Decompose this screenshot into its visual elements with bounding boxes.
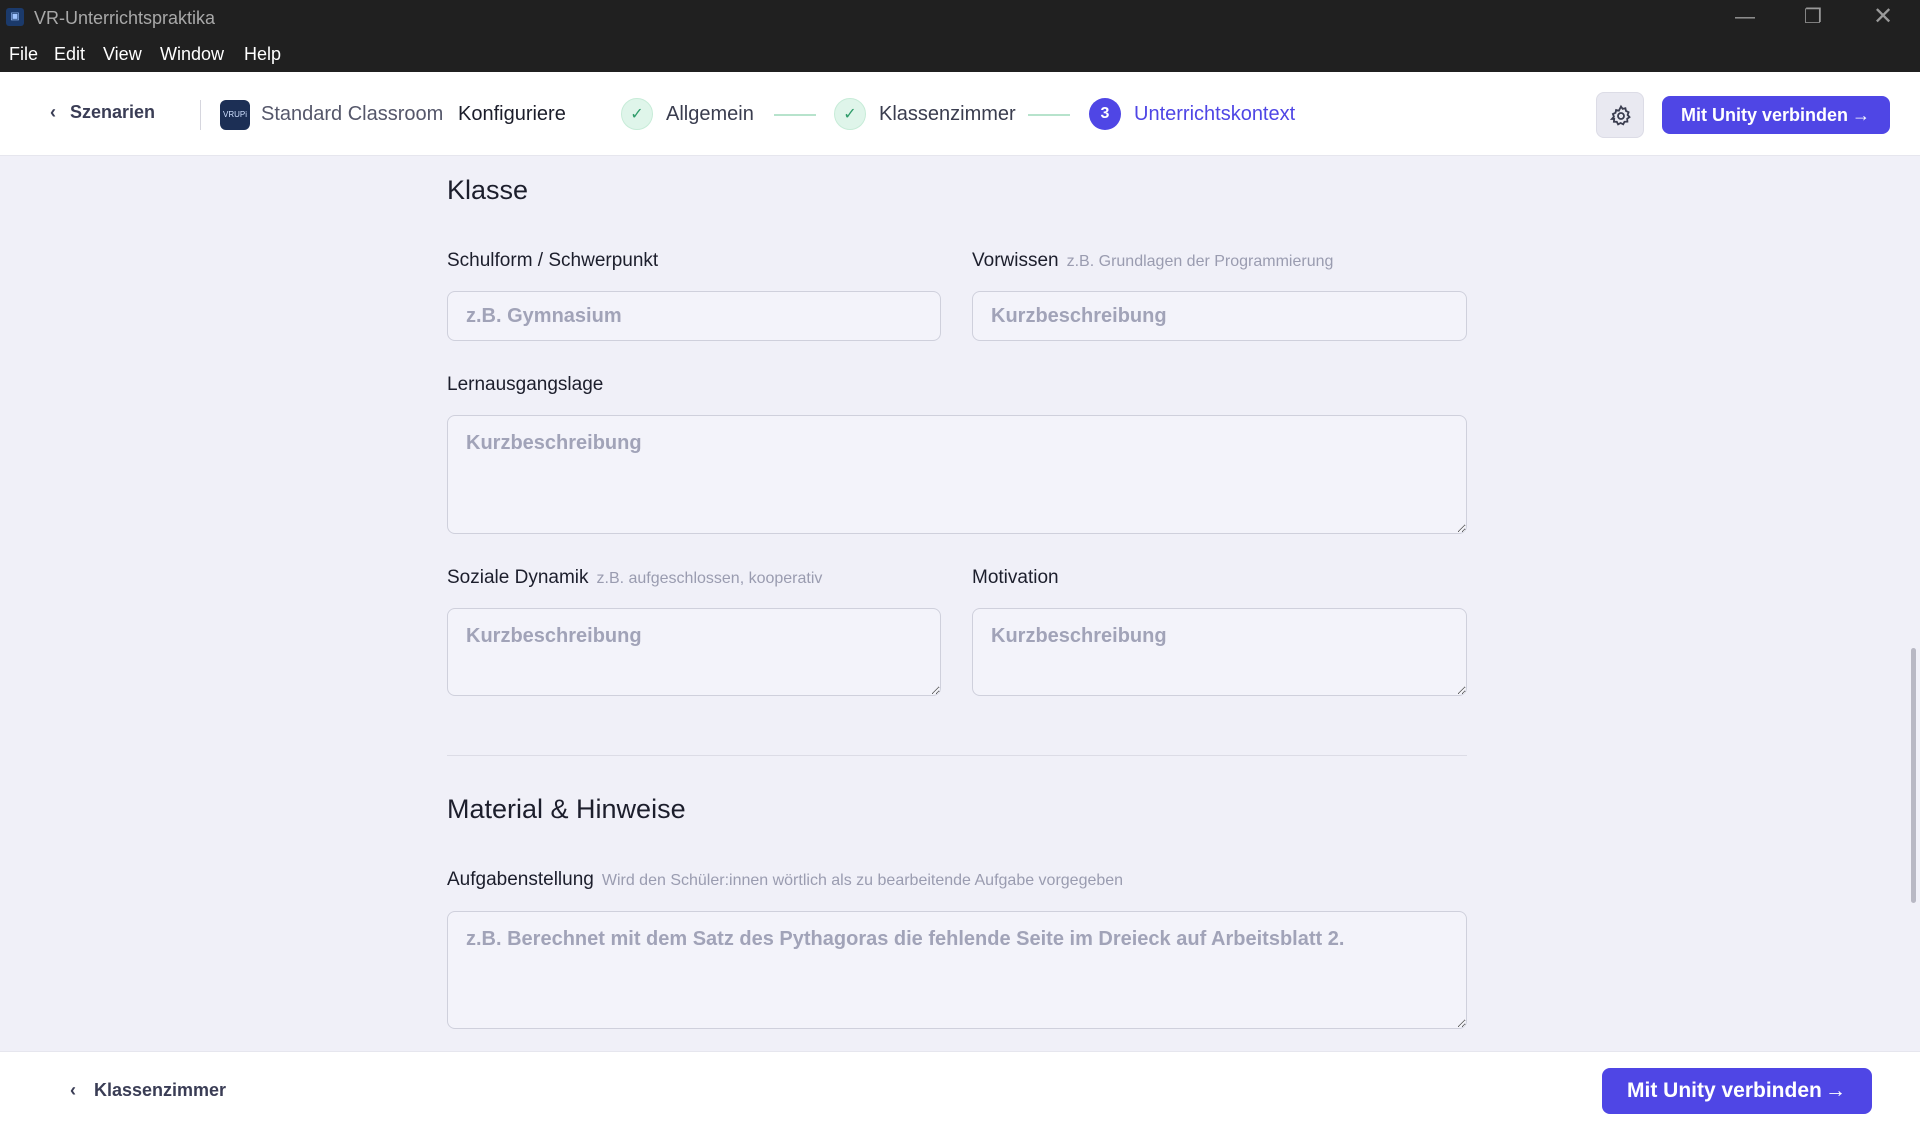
step-3-number[interactable]: 3 xyxy=(1089,98,1121,130)
menu-edit[interactable]: Edit xyxy=(54,44,85,65)
step-2-label[interactable]: Klassenzimmer xyxy=(879,103,1016,126)
back-to-scenarios-link[interactable]: ‹ Szenarien xyxy=(50,102,155,123)
menu-bar: File Edit View Window Help xyxy=(0,36,1920,72)
vorwissen-hint: z.B. Grundlagen der Programmierung xyxy=(1066,253,1334,270)
gear-icon xyxy=(1609,104,1631,126)
menu-file[interactable]: File xyxy=(9,44,38,65)
soziale-dynamik-label: Soziale Dynamik z.B. aufgeschlossen, koop… xyxy=(447,567,822,589)
lernausgangslage-textarea[interactable] xyxy=(447,415,1467,534)
step-connector-1 xyxy=(774,114,816,116)
schulform-label-text: Schulform / Schwerpunkt xyxy=(447,250,659,271)
soziale-dynamik-textarea[interactable] xyxy=(447,608,941,696)
back-to-classroom-button[interactable]: ‹ Klassenzimmer xyxy=(70,1080,226,1101)
chevron-left-icon: ‹ xyxy=(70,1080,76,1100)
minimize-button[interactable]: — xyxy=(1710,0,1780,36)
back-label: Szenarien xyxy=(70,102,156,122)
section-divider xyxy=(447,755,1467,756)
lernausgangslage-label-text: Lernausgangslage xyxy=(447,374,604,395)
lernausgangslage-label: Lernausgangslage xyxy=(447,374,603,396)
menu-help[interactable]: Help xyxy=(244,44,281,65)
footer-connect-label: Mit Unity verbinden xyxy=(1627,1079,1822,1102)
step-connector-2 xyxy=(1028,114,1070,116)
section-title-klasse: Klasse xyxy=(447,175,529,205)
wizard-header: ‹ Szenarien VRUPi Standard Classroom Konf… xyxy=(0,72,1920,156)
header-divider xyxy=(200,100,201,130)
menu-view[interactable]: View xyxy=(103,44,142,65)
motivation-label: Motivation xyxy=(972,567,1059,589)
aufgabenstellung-textarea[interactable] xyxy=(447,911,1467,1029)
mode-label: Konfiguriere xyxy=(458,103,566,125)
motivation-textarea[interactable] xyxy=(972,608,1467,696)
step-1-label[interactable]: Allgemein xyxy=(666,103,754,126)
title-bar: ▣ VR-Unterrichtspraktika — ❐ ✕ xyxy=(0,0,1920,36)
vorwissen-input[interactable] xyxy=(972,291,1467,341)
window-title: VR-Unterrichtspraktika xyxy=(34,8,216,28)
motivation-label-text: Motivation xyxy=(972,567,1059,588)
menu-window[interactable]: Window xyxy=(160,44,224,65)
section-title-material: Material & Hinweise xyxy=(447,794,686,824)
vorwissen-label-text: Vorwissen xyxy=(972,250,1059,271)
soziale-dynamik-label-text: Soziale Dynamik xyxy=(447,567,589,588)
step-1-check-icon[interactable]: ✓ xyxy=(621,98,653,130)
connect-unity-button-bottom[interactable]: Mit Unity verbinden → xyxy=(1602,1068,1872,1114)
aufgabenstellung-label-text: Aufgabenstellung xyxy=(447,869,594,890)
app-icon: ▣ xyxy=(6,8,24,26)
scenario-name: Standard Classroom xyxy=(261,103,444,125)
aufgabenstellung-label: Aufgabenstellung Wird den Schüler:innen w… xyxy=(447,869,1123,891)
connect-label: Mit Unity verbinden xyxy=(1681,105,1849,125)
step-2-check-icon[interactable]: ✓ xyxy=(834,98,866,130)
connect-unity-button-top[interactable]: Mit Unity verbinden → xyxy=(1662,96,1890,134)
scrollbar-thumb[interactable] xyxy=(1911,648,1916,903)
settings-button[interactable] xyxy=(1596,92,1644,138)
maximize-button[interactable]: ❐ xyxy=(1778,0,1848,36)
form-content[interactable]: Klasse Schulform / Schwerpunkt Vorwissen… xyxy=(0,157,1920,1051)
chevron-left-icon: ‹ xyxy=(50,102,56,122)
aufgabenstellung-hint: Wird den Schüler:innen wörtlich als zu b… xyxy=(601,872,1124,889)
footer-back-label: Klassenzimmer xyxy=(94,1080,227,1100)
close-button[interactable]: ✕ xyxy=(1848,0,1918,36)
schulform-label: Schulform / Schwerpunkt xyxy=(447,250,658,272)
vorwissen-label: Vorwissen z.B. Grundlagen der Programmier… xyxy=(972,250,1333,272)
arrow-right-icon: → xyxy=(1852,105,1870,125)
wizard-footer: ‹ Klassenzimmer Mit Unity verbinden → xyxy=(0,1051,1920,1128)
scenario-logo: VRUPi xyxy=(220,100,250,130)
arrow-right-icon: → xyxy=(1825,1079,1846,1102)
step-3-label[interactable]: Unterrichtskontext xyxy=(1134,103,1295,126)
soziale-dynamik-hint: z.B. aufgeschlossen, kooperativ xyxy=(596,570,823,587)
schulform-input[interactable] xyxy=(447,291,941,341)
